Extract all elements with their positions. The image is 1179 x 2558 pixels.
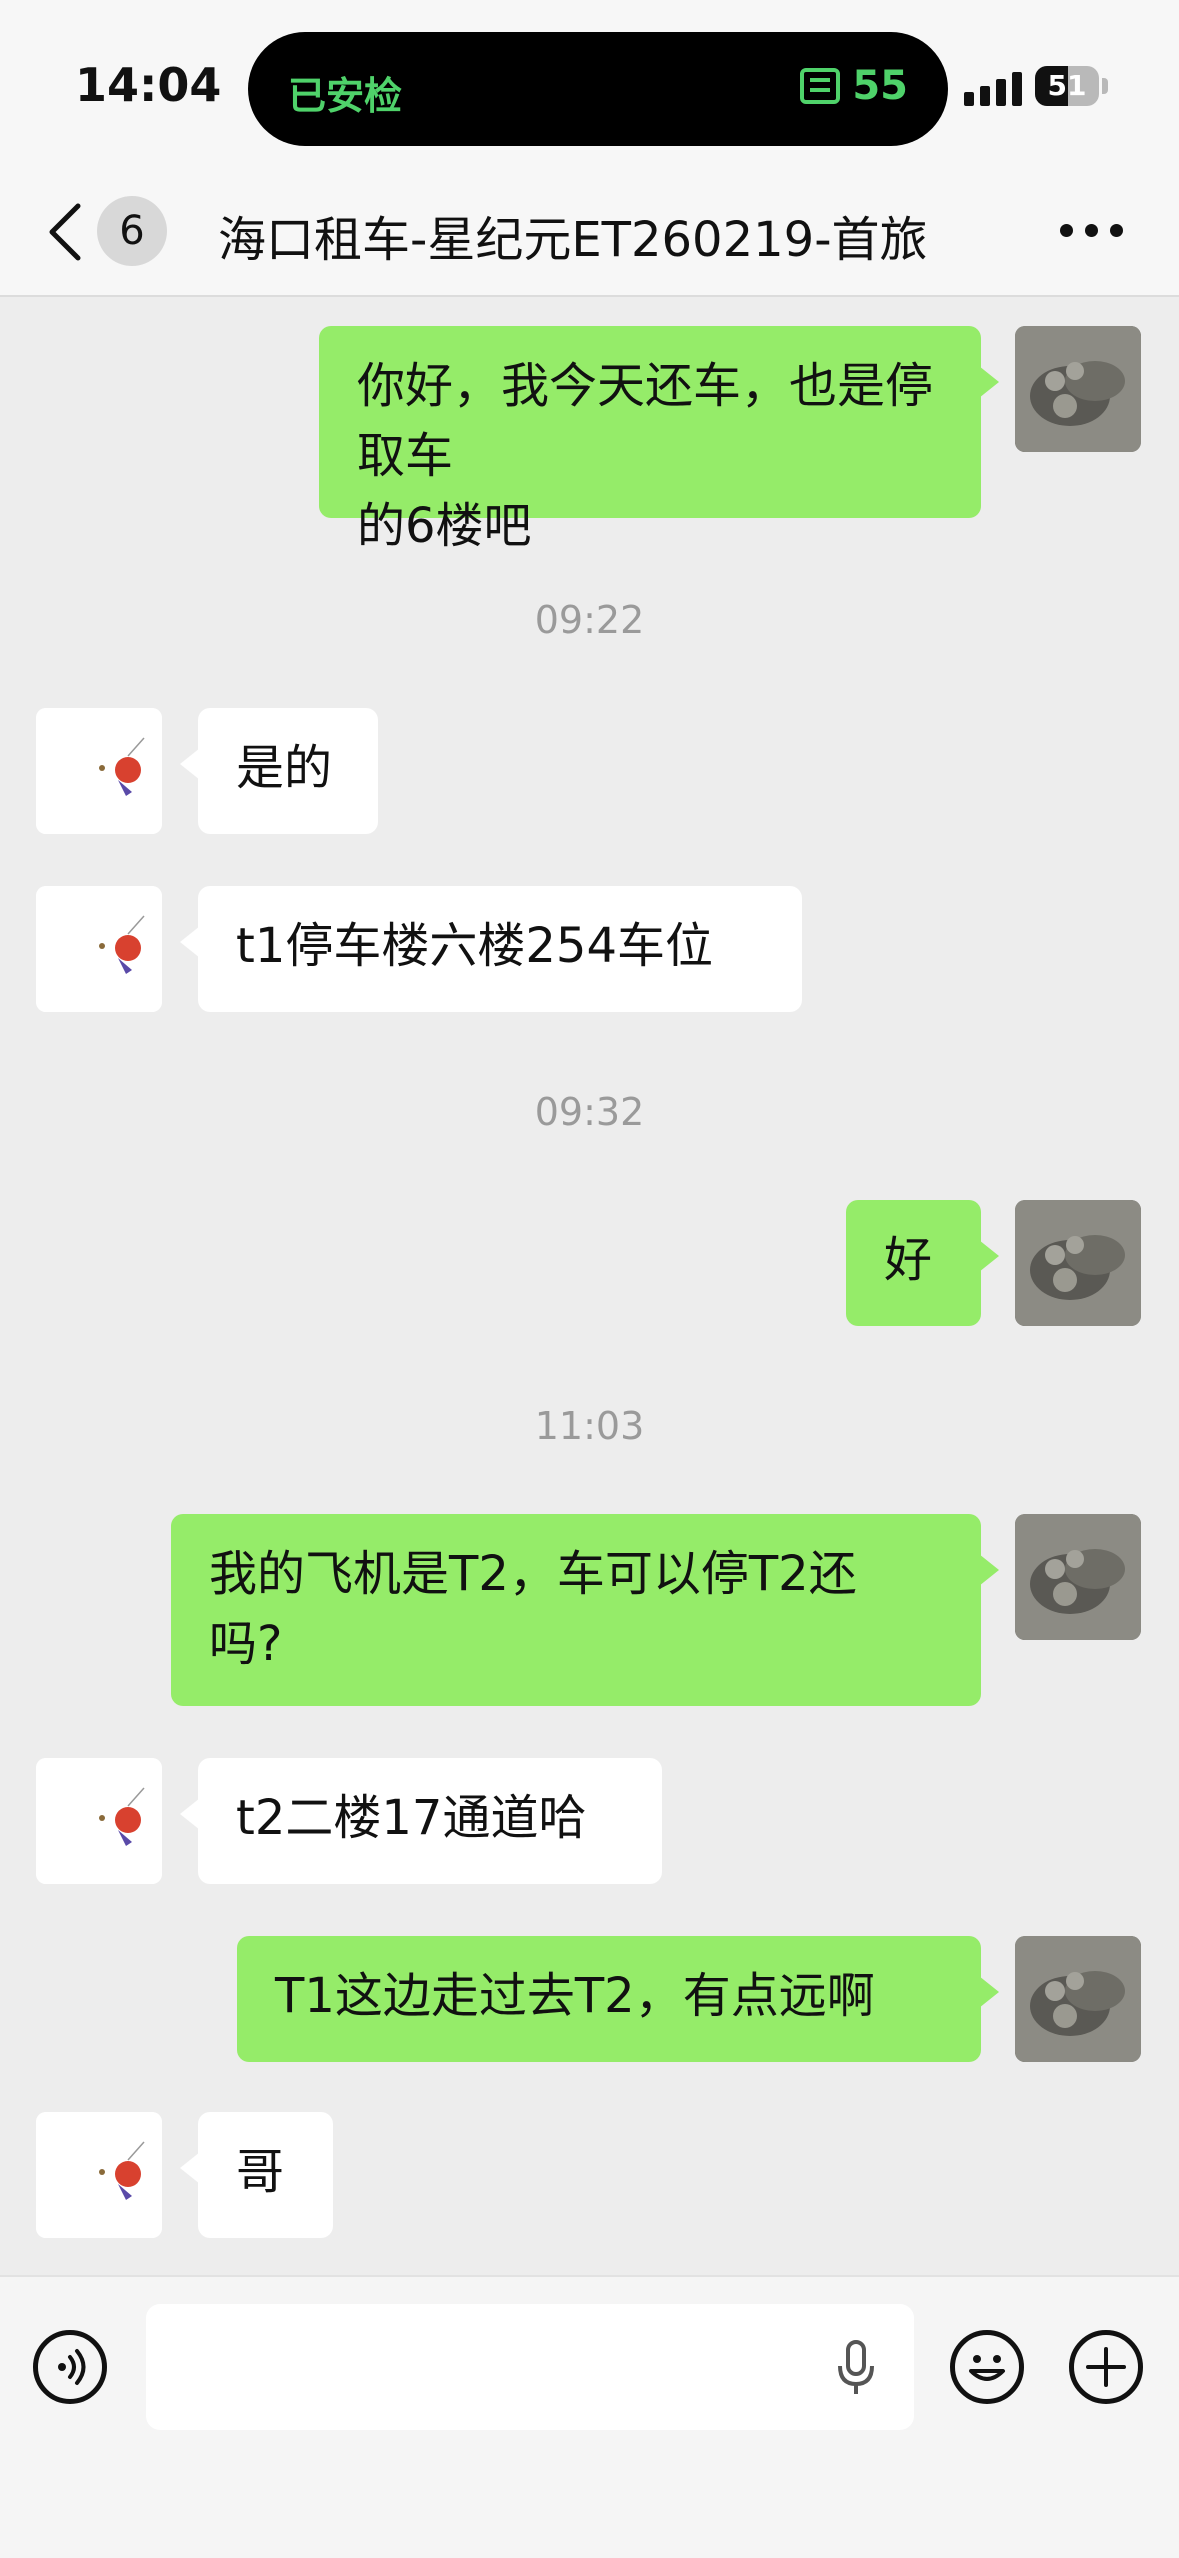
my-avatar[interactable] [1015, 1200, 1141, 1326]
rock-avatar-image [1015, 1936, 1141, 2062]
my-avatar[interactable] [1015, 1936, 1141, 2062]
message-bubble-incoming[interactable]: t1停车楼六楼254车位 [180, 886, 802, 1012]
contact-avatar[interactable] [36, 1758, 162, 1884]
message-bubble-incoming[interactable]: 哥 [180, 2112, 333, 2238]
rock-avatar-image [1015, 1514, 1141, 1640]
battery-percent: 51 [1047, 69, 1087, 102]
rock-avatar-image [1015, 1200, 1141, 1326]
spiderman-avatar-image [36, 1758, 162, 1884]
chat-title[interactable]: 海口租车-星纪元ET260219-首旅 [218, 200, 1008, 270]
unread-count-badge[interactable]: 6 [97, 196, 167, 266]
microphone-icon[interactable] [836, 2340, 876, 2396]
status-bar: 14:04 已安检 55 51 [0, 0, 1179, 170]
spiderman-avatar-image [36, 708, 162, 834]
spiderman-avatar-image [36, 2112, 162, 2238]
my-avatar[interactable] [1015, 326, 1141, 452]
voice-wave-glyph [58, 2349, 86, 2385]
message-text-line: 你好，我今天还车，也是停取车 [357, 358, 934, 484]
message-bubble-outgoing[interactable]: 我的飞机是T2，车可以停T2还 吗? [171, 1514, 999, 1706]
message-timestamp: 11:03 [534, 1404, 645, 1448]
smiley-glyph [969, 2355, 1005, 2381]
contact-avatar[interactable] [36, 2112, 162, 2238]
rock-avatar-image [1015, 326, 1141, 452]
island-gate-number: 55 [852, 63, 908, 109]
message-bubble-outgoing[interactable]: 你好，我今天还车，也是停取车 的6楼吧 [319, 326, 999, 554]
plus-glyph [1086, 2347, 1126, 2387]
message-text-line: 我的飞机是T2，车可以停T2还 [209, 1546, 857, 1602]
chevron-left-icon[interactable] [40, 200, 90, 264]
ticket-icon [800, 68, 841, 104]
dynamic-island[interactable]: 已安检 55 [248, 32, 948, 146]
battery-icon: 51 [1035, 66, 1099, 106]
battery-tip [1102, 78, 1108, 94]
input-bar [0, 2275, 1179, 2558]
my-avatar[interactable] [1015, 1514, 1141, 1640]
plus-icon[interactable] [1069, 2330, 1143, 2404]
message-timestamp: 09:32 [534, 1090, 645, 1134]
island-gate-info: 55 [798, 63, 908, 109]
message-bubble-incoming[interactable]: 是的 [180, 708, 378, 834]
message-text-line: 的6楼吧 [357, 498, 532, 554]
signal-icon [964, 70, 1022, 106]
contact-avatar[interactable] [36, 708, 162, 834]
spiderman-avatar-image [36, 886, 162, 1012]
message-timestamp: 09:22 [534, 598, 645, 642]
message-bubble-outgoing[interactable]: 好 [846, 1200, 999, 1326]
clock: 14:04 [75, 58, 222, 112]
island-security-status: 已安检 [288, 74, 403, 118]
message-bubble-incoming[interactable]: t2二楼17通道哈 [180, 1758, 662, 1884]
voice-icon[interactable] [33, 2330, 107, 2404]
message-bubble-outgoing[interactable]: T1这边走过去T2，有点远啊 [237, 1936, 999, 2062]
message-input[interactable] [146, 2304, 914, 2430]
message-text-line: 吗? [209, 1616, 283, 1672]
chat-header: 6 海口租车-星纪元ET260219-首旅 [0, 170, 1179, 297]
contact-avatar[interactable] [36, 886, 162, 1012]
more-horizontal-icon[interactable] [1060, 224, 1123, 237]
emoji-icon[interactable] [950, 2330, 1024, 2404]
